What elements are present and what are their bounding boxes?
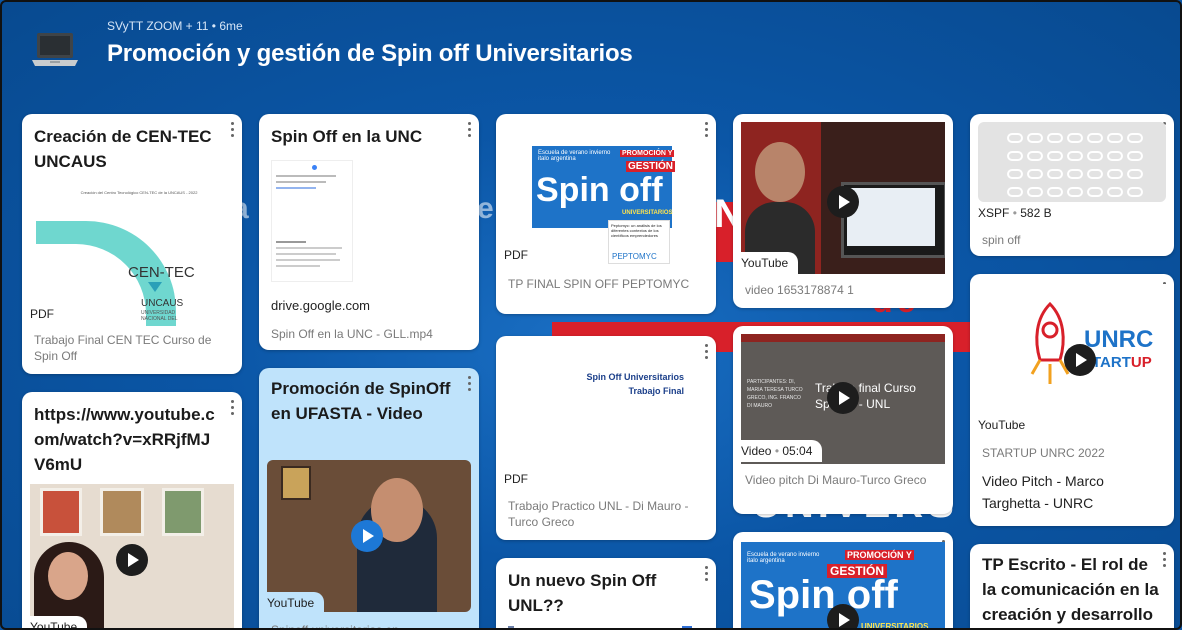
type-tag: PDF [496,244,538,266]
flyer-title: Spin off [536,171,663,209]
kebab-menu-icon[interactable] [467,376,471,394]
board: a e N de UNIVERS SVyTT ZOOM + 11 • 6me P… [0,0,1182,630]
kebab-menu-icon[interactable] [1162,552,1166,570]
type-tag: XSPF • 582 B [970,202,1062,224]
flyer-text: PROMOCIÓN Y [845,550,914,560]
play-icon[interactable] [116,544,148,576]
rocket-icon [1030,301,1070,384]
post-title: Promoción de SpinOff en UFASTA - Video [271,379,451,423]
file-preview [978,122,1166,202]
logo-mark [148,282,162,292]
pdf-preview-text: Spin Off Universitarios Trabajo Final [586,370,684,398]
kebab-menu-icon[interactable] [704,344,708,362]
wall-picture [162,488,204,536]
wall-frame [281,466,311,500]
type-tag: YouTube [22,616,88,628]
kebab-menu-icon[interactable] [467,122,471,140]
kebab-menu-icon[interactable] [704,122,708,140]
type-tag: PDF [22,303,64,325]
flyer-text: PROMOCIÓN Y [620,150,675,157]
play-icon[interactable] [827,186,859,218]
flyer-logo: PEPTOMYC [612,252,657,261]
board-title: Promoción y gestión de Spin off Universi… [107,40,633,67]
flyer-title: Spin off [749,573,898,617]
post-caption: Trabajo Practico UNL - Di Mauro - Turco … [508,499,689,529]
flyer-text: UNIVERSITARIOS [861,622,929,630]
kebab-menu-icon[interactable] [230,400,234,418]
post-card[interactable]: Escuela de verano invierno italo argenti… [733,532,953,630]
post-title: Un nuevo Spin Off UNL?? [508,571,657,615]
doc-preview [271,160,353,282]
post-card-highlighted[interactable]: Promoción de SpinOff en UFASTA - Video Y… [259,368,479,630]
type-tag: PDF [496,468,538,490]
play-icon[interactable] [1064,344,1096,376]
laptop-icon [32,33,78,66]
post-caption: Spinoff universitarias en [271,623,399,630]
type-tag: YouTube [970,414,1036,436]
post-card[interactable]: Un nuevo Spin Off UNL?? [496,558,716,628]
flyer-text: Escuela de verano invierno italo argenti… [538,150,611,162]
logo-text: UNRC [1084,326,1154,353]
logo-text: CEN-TEC [128,264,195,281]
slide-text: PARTICIPANTES: DI, MARIA TERESA TURCO GR… [747,379,803,409]
post-title: Creación de CEN-TEC UNCAUS [34,127,212,171]
post-card[interactable]: PARTICIPANTES: DI, MARIA TERESA TURCO GR… [733,326,953,514]
post-card[interactable]: TP Escrito - El rol de la comunicación e… [970,544,1174,628]
pdf-line: Spin Off Universitarios [586,372,684,382]
post-card[interactable]: UNRC STARTUP YouTube STARTUP UNRC 2022 V… [970,274,1174,526]
link-domain: drive.google.com [271,298,370,313]
kebab-menu-icon[interactable] [230,122,234,140]
logo-small: UNIVERSIDAD NACIONAL DEL [141,310,178,322]
post-caption: video 1653178874 1 [745,283,854,297]
pdf-heading: Creación del Centro Tecnológico CEN-TEC … [80,190,198,195]
monitor-screen [847,188,935,246]
wall-picture [40,488,82,536]
post-caption: TP FINAL SPIN OFF PEPTOMYC [508,277,690,291]
file-pattern [1007,133,1143,197]
type-tag: YouTube [259,592,325,614]
post-title: TP Escrito - El rol de la comunicación e… [982,555,1159,624]
pdf-line: Trabajo Final [628,386,684,396]
wall-picture [100,488,144,536]
play-icon[interactable] [827,604,859,628]
tag-duration: 05:04 [782,444,813,458]
post-caption: Trabajo Final CEN TEC Curso de Spin Off [34,333,212,363]
post-caption: STARTUP UNRC 2022 [982,446,1105,460]
pdf-preview: Escuela de verano invierno italo argenti… [532,146,676,266]
post-card[interactable]: YouTube video 1653178874 1 [733,114,953,308]
type-tag: YouTube [733,252,799,274]
play-icon[interactable] [827,382,859,414]
pdf-preview: Creación del Centro Tecnológico CEN-TEC … [36,186,232,326]
person-face [755,142,805,202]
post-card[interactable]: Spin Off Universitarios Trabajo Final PD… [496,336,716,540]
post-card[interactable]: Creación de CEN-TEC UNCAUS Creación del … [22,114,242,374]
post-title: Spin Off en la UNC [271,127,423,146]
post-card[interactable]: Escuela de verano invierno italo argenti… [496,114,716,314]
bg-word: e [477,192,498,225]
logo-up: UP [1130,354,1152,371]
tag-size: 582 B [1020,206,1052,220]
flyer-text: Escuela de verano invierno italo argenti… [747,552,820,564]
tag-type: Video [741,444,772,458]
post-caption: Video pitch Di Mauro-Turco Greco [745,473,927,487]
logo-sub: UNCAUS [141,298,184,309]
board-header: SVyTT ZOOM + 11 • 6me Promoción y gestió… [2,2,1180,102]
play-icon[interactable] [351,520,383,552]
post-caption: Spin Off en la UNC - GLL.mp4 [271,327,433,341]
type-tag: Video • 05:04 [733,440,823,462]
post-title: https://www.youtube.com/watch?v=xRRjfMJV… [34,405,215,474]
post-card[interactable]: https://www.youtube.com/watch?v=xRRjfMJV… [22,392,242,628]
flyer-text: UNIVERSITARIOS [622,210,673,216]
person-face [48,552,88,600]
tag-type: XSPF [978,206,1010,220]
post-caption: spin off [982,233,1021,247]
post-description: Video Pitch - Marco Targhetta - UNRC [982,473,1104,511]
post-card[interactable]: Spin Off en la UNC drive.google.com Spin… [259,114,479,350]
board-meta: SVyTT ZOOM + 11 • 6me [107,19,243,33]
post-card[interactable]: XSPF • 582 B spin off [970,114,1174,256]
kebab-menu-icon[interactable] [704,566,708,584]
